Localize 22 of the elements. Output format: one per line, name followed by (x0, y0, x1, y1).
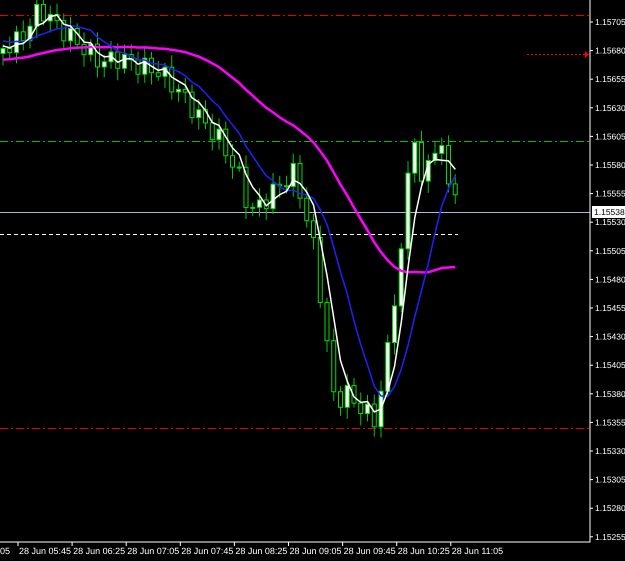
current-price-label: 1.15538 (592, 206, 625, 218)
price-label: 1.15455 (595, 303, 625, 313)
time-label: 28 Jun 11:05 (452, 546, 504, 556)
time-label: 28 Jun 07:05 (127, 546, 180, 556)
time-label: 28 Jun 07:45 (181, 546, 234, 556)
price-label: 1.15555 (595, 188, 625, 199)
time-label: 28 Jun 08:25 (235, 546, 288, 556)
time-label: 28 Jun 10:25 (398, 546, 450, 556)
price-label: 1.15305 (595, 474, 625, 485)
price-label: 1.15605 (595, 131, 625, 142)
price-label: 1.15505 (595, 246, 625, 256)
price-label: 1.15255 (595, 532, 625, 542)
time-label: 28 Jun 09:05 (290, 546, 342, 556)
time-label: 28 Jun 05:45 (19, 546, 72, 556)
time-label: 05 (0, 546, 10, 556)
dotted-arrow (526, 51, 589, 58)
price-label: 1.15655 (595, 74, 625, 84)
time-label: 28 Jun 06:25 (73, 546, 126, 556)
time-label: 28 Jun 09:45 (344, 546, 396, 556)
price-label: 1.15355 (595, 417, 625, 428)
price-label: 1.15405 (595, 360, 625, 370)
price-label: 1.15705 (595, 17, 625, 27)
